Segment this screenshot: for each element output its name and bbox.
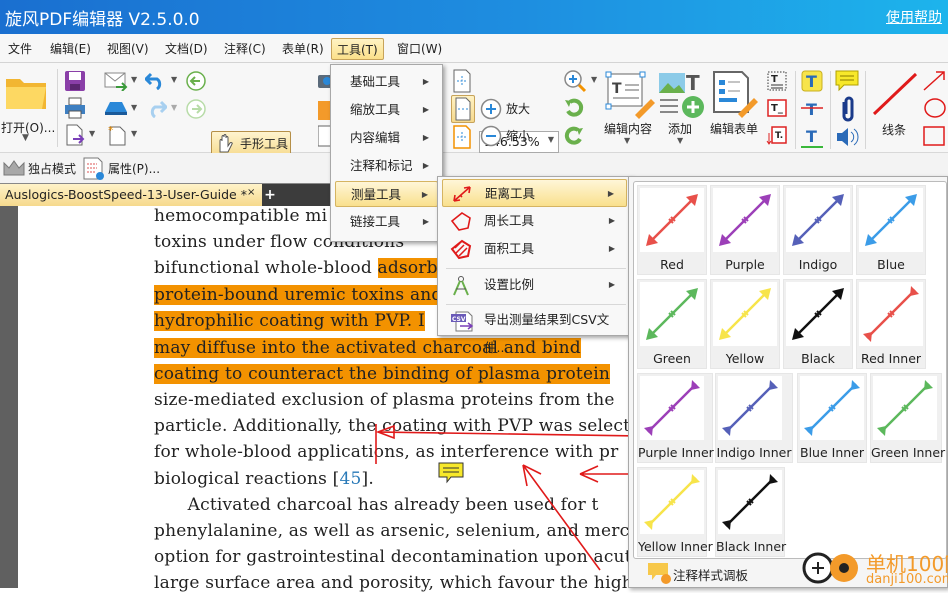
inner-dimension-line-icon bbox=[640, 470, 704, 534]
swatch-label: Red bbox=[660, 257, 684, 272]
swatch-label: Indigo Inner bbox=[716, 445, 792, 460]
menu-separator bbox=[446, 268, 626, 269]
compass-icon bbox=[453, 276, 469, 296]
inner-dimension-line-icon bbox=[859, 282, 923, 346]
annotation-style-palette-button[interactable]: 注释样式调板 bbox=[673, 565, 748, 584]
swatch-label: Blue Inner bbox=[800, 445, 864, 460]
annotation-style-palette: Red Purple Indigo Blue Green Yellow Black Red I… bbox=[628, 176, 948, 588]
dimension-arrow-icon bbox=[859, 188, 923, 252]
dimension-arrow-icon bbox=[713, 188, 777, 252]
menu-item-label: 内容编辑 bbox=[350, 130, 401, 145]
menu-item-label: 缩放工具 bbox=[350, 102, 401, 117]
watermark-logo-icon bbox=[802, 552, 858, 584]
menu-item-zoom-tools[interactable]: 缩放工具 ▶ bbox=[335, 97, 438, 123]
dimension-arrow-icon bbox=[786, 188, 850, 252]
swatch-label: Green Inner bbox=[871, 445, 946, 460]
menu-item-link-tools[interactable]: 链接工具 ▶ bbox=[335, 209, 438, 235]
measure-tools-submenu: 距离工具 ▶ 周长工具 ▶ 面积工具 ▶ 设置比例 ▶ CSV 导出测量结果到CSV文件… bbox=[437, 176, 632, 355]
menu-item-label: 链接工具 bbox=[350, 214, 401, 229]
style-swatch-yellow[interactable]: Yellow bbox=[710, 279, 780, 369]
palette-swatch-grid: Red Purple Indigo Blue Green Yellow Black Red I… bbox=[633, 181, 947, 559]
swatch-label: Green bbox=[653, 351, 691, 366]
menu-item-label: 设置比例 bbox=[484, 277, 535, 292]
swatch-label: Black bbox=[801, 351, 835, 366]
style-palette-icon bbox=[648, 563, 671, 584]
menu-item-area-tool[interactable]: 面积工具 ▶ bbox=[442, 235, 627, 263]
svg-text:CSV: CSV bbox=[452, 316, 466, 323]
style-swatch-green[interactable]: Green bbox=[637, 279, 707, 369]
style-swatch-red-inner[interactable]: Red Inner bbox=[856, 279, 926, 369]
menu-item-perimeter-tool[interactable]: 周长工具 ▶ bbox=[442, 207, 627, 235]
submenu-arrow-icon: ▶ bbox=[422, 217, 429, 226]
swatch-label: Indigo bbox=[798, 257, 838, 272]
style-swatch-black-inner[interactable]: Black Inner bbox=[715, 467, 787, 557]
inner-dimension-line-icon bbox=[873, 376, 937, 440]
swatch-label: Purple Inner bbox=[638, 445, 714, 460]
submenu-arrow-icon: ▶ bbox=[421, 190, 428, 199]
menu-item-label: 测量工具 bbox=[351, 187, 402, 202]
distance-icon bbox=[453, 186, 471, 202]
submenu-arrow-icon: ▶ bbox=[608, 244, 615, 253]
submenu-arrow-icon: ▶ bbox=[608, 280, 615, 289]
style-swatch-black[interactable]: Black bbox=[783, 279, 853, 369]
menu-separator bbox=[446, 304, 626, 305]
submenu-arrow-icon: ▶ bbox=[422, 77, 429, 86]
style-swatch-yellow-inner[interactable]: Yellow Inner bbox=[637, 467, 713, 557]
menu-item-label: 距离工具 bbox=[485, 186, 536, 201]
submenu-arrow-icon: ▶ bbox=[607, 189, 614, 198]
menu-item-distance-tool[interactable]: 距离工具 ▶ bbox=[442, 179, 627, 207]
inner-dimension-line-icon bbox=[800, 376, 864, 440]
inner-dimension-line-icon bbox=[718, 376, 782, 440]
submenu-arrow-icon: ▶ bbox=[422, 105, 429, 114]
menu-item-export-csv[interactable]: CSV 导出测量结果到CSV文件... bbox=[442, 306, 627, 355]
submenu-arrow-icon: ▶ bbox=[608, 216, 615, 225]
menu-item-label: 周长工具 bbox=[484, 213, 535, 228]
arrow-annotation[interactable] bbox=[375, 424, 641, 464]
swatch-label: Red Inner bbox=[860, 351, 922, 366]
submenu-arrow-icon: ▶ bbox=[422, 133, 429, 142]
dimension-arrow-icon bbox=[640, 188, 704, 252]
style-swatch-red[interactable]: Red bbox=[637, 185, 707, 275]
menu-item-measure-tools[interactable]: 测量工具 ▶ bbox=[335, 181, 438, 207]
swatch-label: Purple bbox=[725, 257, 765, 272]
swatch-label: Yellow Inner bbox=[638, 539, 713, 554]
menu-item-label: 面积工具 bbox=[484, 241, 535, 256]
style-swatch-indigo-inner[interactable]: Indigo Inner bbox=[715, 373, 793, 463]
area-icon bbox=[450, 239, 472, 260]
menu-item-comment-markup[interactable]: 注释和标记 ▶ bbox=[335, 153, 438, 179]
style-swatch-blue-inner[interactable]: Blue Inner bbox=[797, 373, 867, 463]
submenu-arrow-icon: ▶ bbox=[422, 161, 429, 170]
swatch-label: Black Inner bbox=[716, 539, 787, 554]
dimension-arrow-icon bbox=[713, 282, 777, 346]
dimension-arrow-icon bbox=[786, 282, 850, 346]
tools-menu: 基础工具 ▶ 缩放工具 ▶ 内容编辑 ▶ 注释和标记 ▶ 测量工具 ▶ 链接工具 ▶ bbox=[330, 64, 443, 242]
inner-dimension-line-icon bbox=[640, 376, 704, 440]
sticky-note-annotation-icon[interactable] bbox=[438, 462, 464, 484]
style-swatch-purple[interactable]: Purple bbox=[710, 185, 780, 275]
menu-item-set-scale[interactable]: 设置比例 ▶ bbox=[442, 271, 627, 299]
style-swatch-green-inner[interactable]: Green Inner bbox=[870, 373, 946, 463]
menu-item-basic-tools[interactable]: 基础工具 ▶ bbox=[335, 69, 438, 95]
swatch-label: Blue bbox=[877, 257, 905, 272]
swatch-label: Yellow bbox=[725, 351, 765, 366]
menu-item-content-edit[interactable]: 内容编辑 ▶ bbox=[335, 125, 438, 151]
inner-dimension-line-icon bbox=[718, 470, 782, 534]
arrow-annotation[interactable] bbox=[522, 464, 601, 571]
csv-export-icon: CSV bbox=[451, 311, 474, 332]
perimeter-icon bbox=[450, 212, 471, 231]
watermark-url: danji100.com bbox=[866, 572, 948, 587]
style-swatch-indigo[interactable]: Indigo bbox=[783, 185, 853, 275]
style-swatch-purple-inner[interactable]: Purple Inner bbox=[637, 373, 714, 463]
menu-item-label: 注释和标记 bbox=[350, 158, 413, 173]
style-swatch-blue[interactable]: Blue bbox=[856, 185, 926, 275]
menu-item-label: 基础工具 bbox=[350, 74, 401, 89]
dimension-arrow-icon bbox=[640, 282, 704, 346]
